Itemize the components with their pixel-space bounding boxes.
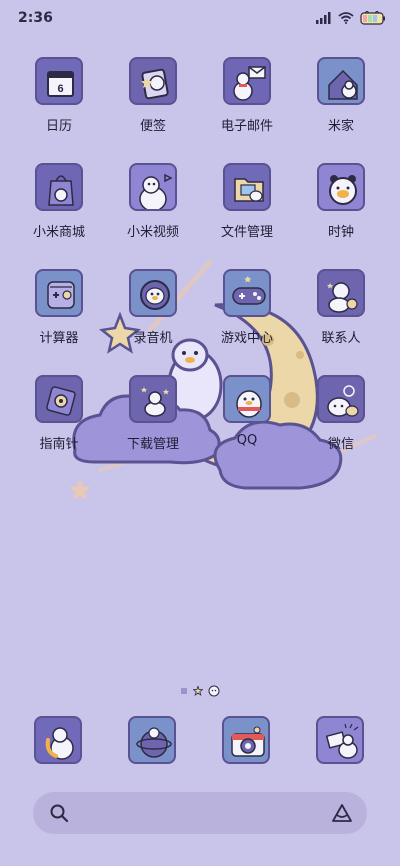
phone-icon xyxy=(34,716,82,764)
app-label: 日历 xyxy=(45,119,72,134)
app-contacts[interactable]: 联系人 xyxy=(296,269,386,369)
app-compass[interactable]: 指南针 xyxy=(14,375,104,475)
calendar-date-text: 6 xyxy=(57,83,63,95)
browser-icon xyxy=(128,716,176,764)
messages-icon xyxy=(316,716,364,764)
calendar-icon: 6 xyxy=(35,57,83,105)
app-label: 电子邮件 xyxy=(220,119,273,134)
app-mijia[interactable]: 米家 xyxy=(296,57,386,157)
search-icon[interactable] xyxy=(49,803,69,823)
app-calculator[interactable]: 计算器 xyxy=(14,269,104,369)
page-indicator[interactable] xyxy=(0,684,400,698)
app-label: 小米视频 xyxy=(126,225,179,240)
app-label: 游戏中心 xyxy=(220,331,273,346)
app-email[interactable]: 电子邮件 xyxy=(202,57,292,157)
dock-camera[interactable] xyxy=(222,716,272,766)
status-time: 2:36 xyxy=(18,10,53,26)
app-games[interactable]: 游戏中心 xyxy=(202,269,292,369)
home-icon xyxy=(317,57,365,105)
clock-icon xyxy=(317,163,365,211)
app-wechat[interactable]: 微信 xyxy=(296,375,386,475)
app-label: 微信 xyxy=(327,437,354,452)
app-files[interactable]: 文件管理 xyxy=(202,163,292,263)
download-icon xyxy=(129,375,177,423)
app-clock[interactable]: 时钟 xyxy=(296,163,386,263)
email-icon xyxy=(223,57,271,105)
app-label: 时钟 xyxy=(327,225,354,240)
app-label: 便签 xyxy=(139,119,166,134)
app-label: 文件管理 xyxy=(220,225,273,240)
dock-browser[interactable] xyxy=(128,716,178,766)
app-qq[interactable]: QQ xyxy=(202,375,292,475)
app-mall[interactable]: 小米商城 xyxy=(14,163,104,263)
status-icons xyxy=(316,10,386,26)
app-label: 下载管理 xyxy=(126,437,179,452)
app-calendar[interactable]: 6 日历 xyxy=(14,57,104,157)
battery-icon xyxy=(360,11,385,25)
qq-icon xyxy=(223,375,271,423)
folder-icon xyxy=(223,163,271,211)
app-label: 计算器 xyxy=(39,331,79,346)
app-label: 指南针 xyxy=(39,437,79,452)
app-label: 联系人 xyxy=(321,331,361,346)
wechat-icon xyxy=(317,375,365,423)
wifi-icon xyxy=(338,12,354,24)
search-bar[interactable] xyxy=(33,792,367,834)
camera-icon xyxy=(222,716,270,764)
dock-messages[interactable] xyxy=(316,716,366,766)
app-video[interactable]: 小米视频 xyxy=(108,163,198,263)
app-label: QQ xyxy=(236,433,258,448)
compass-icon xyxy=(35,375,83,423)
status-bar: 2:36 xyxy=(0,0,400,36)
app-label: 小米商城 xyxy=(32,225,85,240)
app-downloads[interactable]: 下载管理 xyxy=(108,375,198,475)
assistant-icon[interactable] xyxy=(331,803,353,823)
app-label: 米家 xyxy=(327,119,354,134)
notes-icon xyxy=(129,57,177,105)
page-list-icon[interactable] xyxy=(180,687,188,695)
signal-icon xyxy=(316,12,331,24)
shopping-icon xyxy=(35,163,83,211)
page-dot-star-icon[interactable] xyxy=(193,686,203,696)
calculator-icon xyxy=(35,269,83,317)
app-label: 录音机 xyxy=(133,331,173,346)
recorder-icon xyxy=(129,269,177,317)
page-dot-duck-icon[interactable] xyxy=(208,685,220,697)
app-recorder[interactable]: 录音机 xyxy=(108,269,198,369)
contacts-icon xyxy=(317,269,365,317)
app-notes[interactable]: 便签 xyxy=(108,57,198,157)
dock-phone[interactable] xyxy=(34,716,84,766)
gamepad-icon xyxy=(223,269,271,317)
video-icon xyxy=(129,163,177,211)
